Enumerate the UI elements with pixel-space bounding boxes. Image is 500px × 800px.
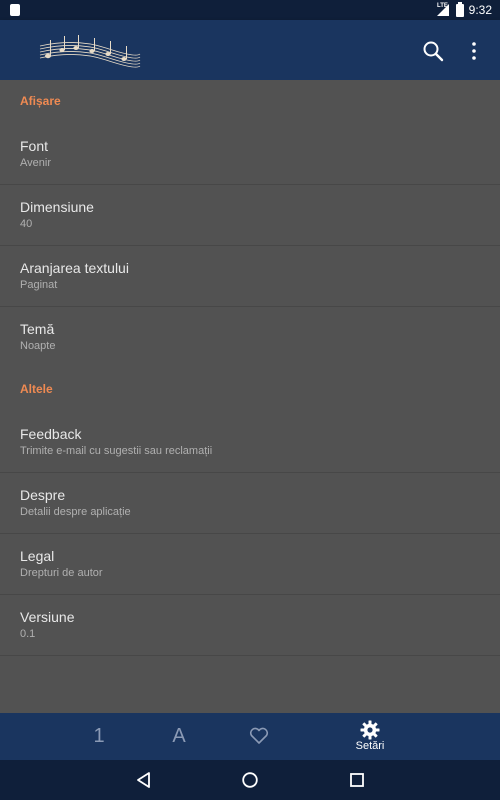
status-time: 9:32 <box>468 3 492 17</box>
notification-icon <box>10 4 20 16</box>
pref-summary: Noapte <box>20 340 56 352</box>
settings-list: Afișare Font Avenir Dimensiune 40 Aranja… <box>0 80 500 713</box>
pref-font[interactable]: Font Avenir <box>0 124 500 185</box>
home-icon[interactable] <box>240 770 260 790</box>
section-header-other: Altele <box>20 382 53 396</box>
pref-title: Versiune <box>20 609 75 625</box>
app-bar <box>0 20 500 80</box>
tab-settings[interactable]: Setări <box>330 713 410 760</box>
tab-glyph-letters: A <box>172 725 186 747</box>
section-header-display: Afișare <box>20 94 61 108</box>
system-nav-bar <box>0 760 500 800</box>
pref-summary: 0.1 <box>20 628 36 640</box>
pref-theme[interactable]: Temă Noapte <box>0 307 500 368</box>
pref-summary: Trimite e-mail cu sugestii sau reclamați… <box>20 445 213 457</box>
recents-icon[interactable] <box>347 770 367 790</box>
pref-title: Legal <box>20 548 55 564</box>
pref-title: Aranjarea textului <box>20 260 129 276</box>
back-icon[interactable] <box>134 770 154 790</box>
pref-version[interactable]: Versiune 0.1 <box>0 595 500 656</box>
more-vert-icon[interactable] <box>466 40 482 62</box>
pref-title: Font <box>20 138 49 154</box>
tab-label-settings: Setări <box>355 740 385 752</box>
tab-numbers[interactable]: 1 <box>59 713 139 760</box>
tab-glyph-numbers: 1 <box>93 725 105 747</box>
pref-title: Feedback <box>20 426 82 442</box>
bottom-nav: 1 A Setări <box>0 713 500 760</box>
pref-title: Temă <box>20 321 55 337</box>
pref-summary: Detalii despre aplicație <box>20 506 131 518</box>
search-icon[interactable] <box>422 40 444 62</box>
status-bar: LTE 9:32 <box>0 0 500 20</box>
pref-title: Dimensiune <box>20 199 94 215</box>
pref-summary: 40 <box>20 218 33 230</box>
pref-title: Despre <box>20 487 66 503</box>
battery-icon <box>456 2 464 17</box>
pref-summary: Drepturi de autor <box>20 567 103 579</box>
pref-summary: Avenir <box>20 157 51 169</box>
tab-letters[interactable]: A <box>139 713 219 760</box>
gear-icon <box>360 720 380 740</box>
pref-size[interactable]: Dimensiune 40 <box>0 185 500 246</box>
heart-outline-icon <box>249 727 269 744</box>
pref-feedback[interactable]: Feedback Trimite e-mail cu sugestii sau … <box>0 412 500 473</box>
network-type: LTE <box>437 3 448 9</box>
pref-legal[interactable]: Legal Drepturi de autor <box>0 534 500 595</box>
pref-summary: Paginat <box>20 279 58 291</box>
pref-about[interactable]: Despre Detalii despre aplicație <box>0 473 500 534</box>
pref-text-layout[interactable]: Aranjarea textului Paginat <box>0 246 500 307</box>
music-notes-logo <box>39 35 141 68</box>
tab-favorites[interactable] <box>219 713 299 760</box>
